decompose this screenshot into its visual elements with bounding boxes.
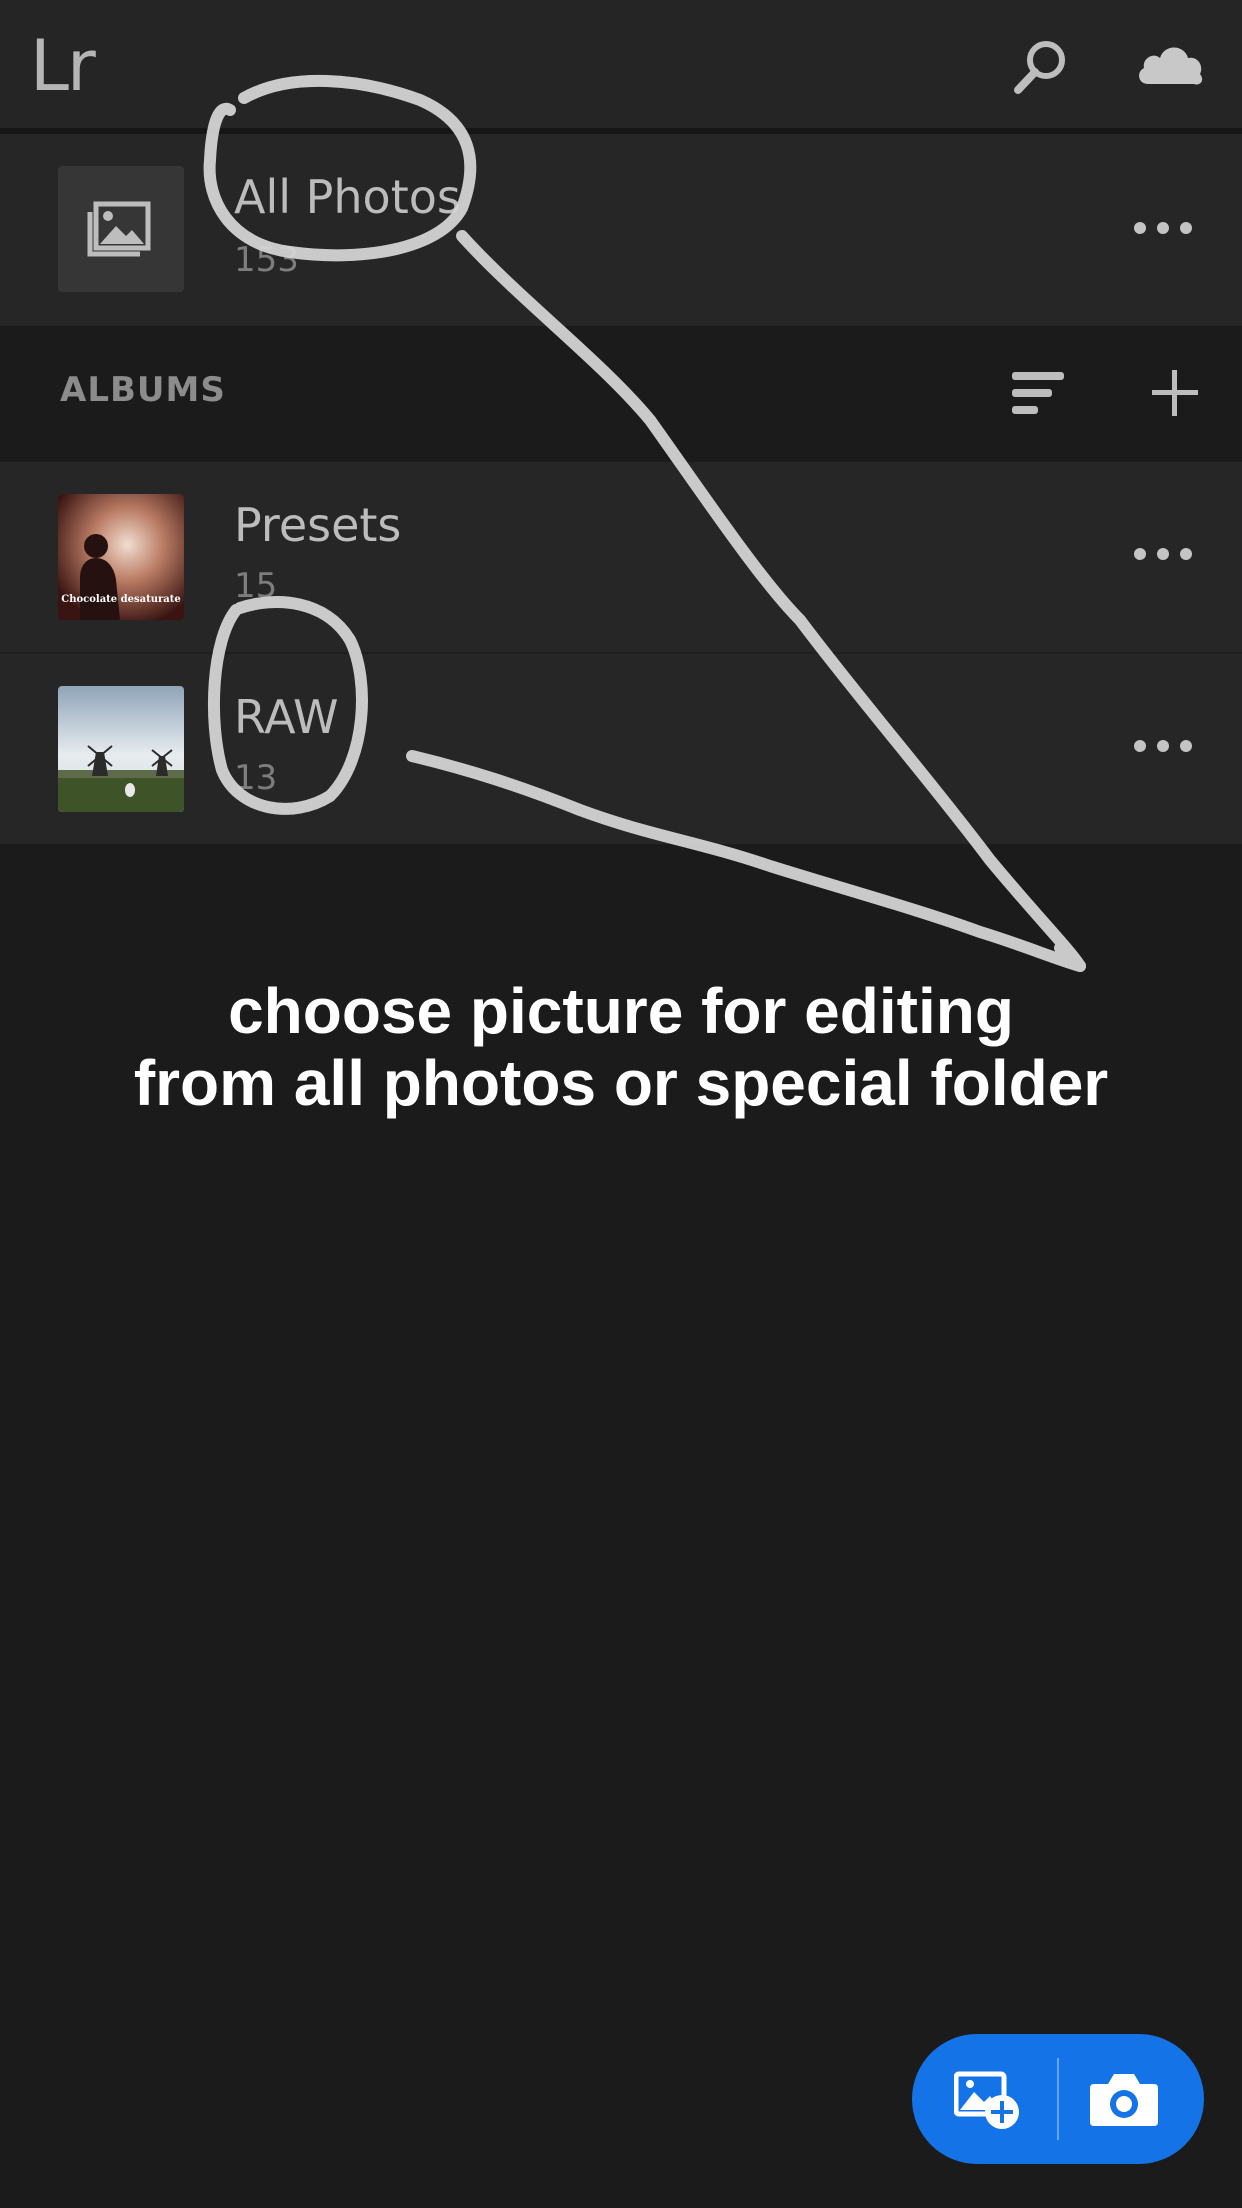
annotation-line-2: from all photos or special folder <box>133 1047 1109 1119</box>
album-count: 15 <box>234 566 278 606</box>
all-photos-title: All Photos <box>234 170 461 224</box>
sort-icon <box>1012 372 1064 414</box>
lightroom-logo: Lr <box>30 25 96 107</box>
album-thumbnail-presets: Chocolate desaturate <box>58 494 184 620</box>
albums-section-header: ALBUMS <box>0 326 1242 462</box>
more-dot-icon <box>1134 548 1146 560</box>
more-dot-icon <box>1134 222 1146 234</box>
floating-action-bar <box>912 2034 1204 2164</box>
album-count: 13 <box>234 758 278 798</box>
add-photo-icon <box>953 2071 1019 2129</box>
more-dot-icon <box>1157 222 1169 234</box>
thumbnail-caption: Chocolate desaturate <box>61 594 181 605</box>
cloud-icon <box>1139 47 1203 85</box>
raw-thumbnail-image <box>58 686 184 812</box>
all-photos-count: 153 <box>234 240 299 280</box>
import-photos-button[interactable] <box>953 2068 1022 2130</box>
more-dot-icon <box>1134 740 1146 752</box>
more-dot-icon <box>1180 548 1192 560</box>
album-title: Presets <box>234 498 402 552</box>
add-album-button[interactable] <box>1150 368 1200 418</box>
all-photos-more-button[interactable] <box>1134 218 1194 238</box>
album-row-presets[interactable]: Chocolate desaturate Presets 15 <box>0 462 1242 652</box>
more-dot-icon <box>1180 740 1192 752</box>
cloud-sync-button[interactable] <box>1134 38 1206 90</box>
camera-icon <box>1090 2074 1158 2126</box>
top-app-bar: Lr <box>0 0 1242 128</box>
annotation-line-1: choose picture for editing <box>228 975 1014 1047</box>
album-more-button[interactable] <box>1134 544 1194 564</box>
more-dot-icon <box>1157 740 1169 752</box>
all-photos-row[interactable]: All Photos 153 <box>0 134 1242 326</box>
photos-stack-icon <box>87 201 151 257</box>
albums-label: ALBUMS <box>60 370 226 410</box>
fab-divider <box>1057 2058 1059 2140</box>
plus-icon <box>1152 370 1198 416</box>
annotation-caption: choose picture for editing from all phot… <box>0 975 1242 1119</box>
more-dot-icon <box>1157 548 1169 560</box>
search-icon <box>1014 41 1065 94</box>
more-dot-icon <box>1180 222 1192 234</box>
sort-button[interactable] <box>1010 370 1066 418</box>
album-thumbnail-raw <box>58 686 184 812</box>
album-row-raw[interactable]: RAW 13 <box>0 654 1242 844</box>
camera-button[interactable] <box>1088 2070 1160 2128</box>
search-button[interactable] <box>1010 36 1072 98</box>
all-photos-thumbnail <box>58 166 184 292</box>
album-title: RAW <box>234 690 339 744</box>
album-more-button[interactable] <box>1134 736 1194 756</box>
